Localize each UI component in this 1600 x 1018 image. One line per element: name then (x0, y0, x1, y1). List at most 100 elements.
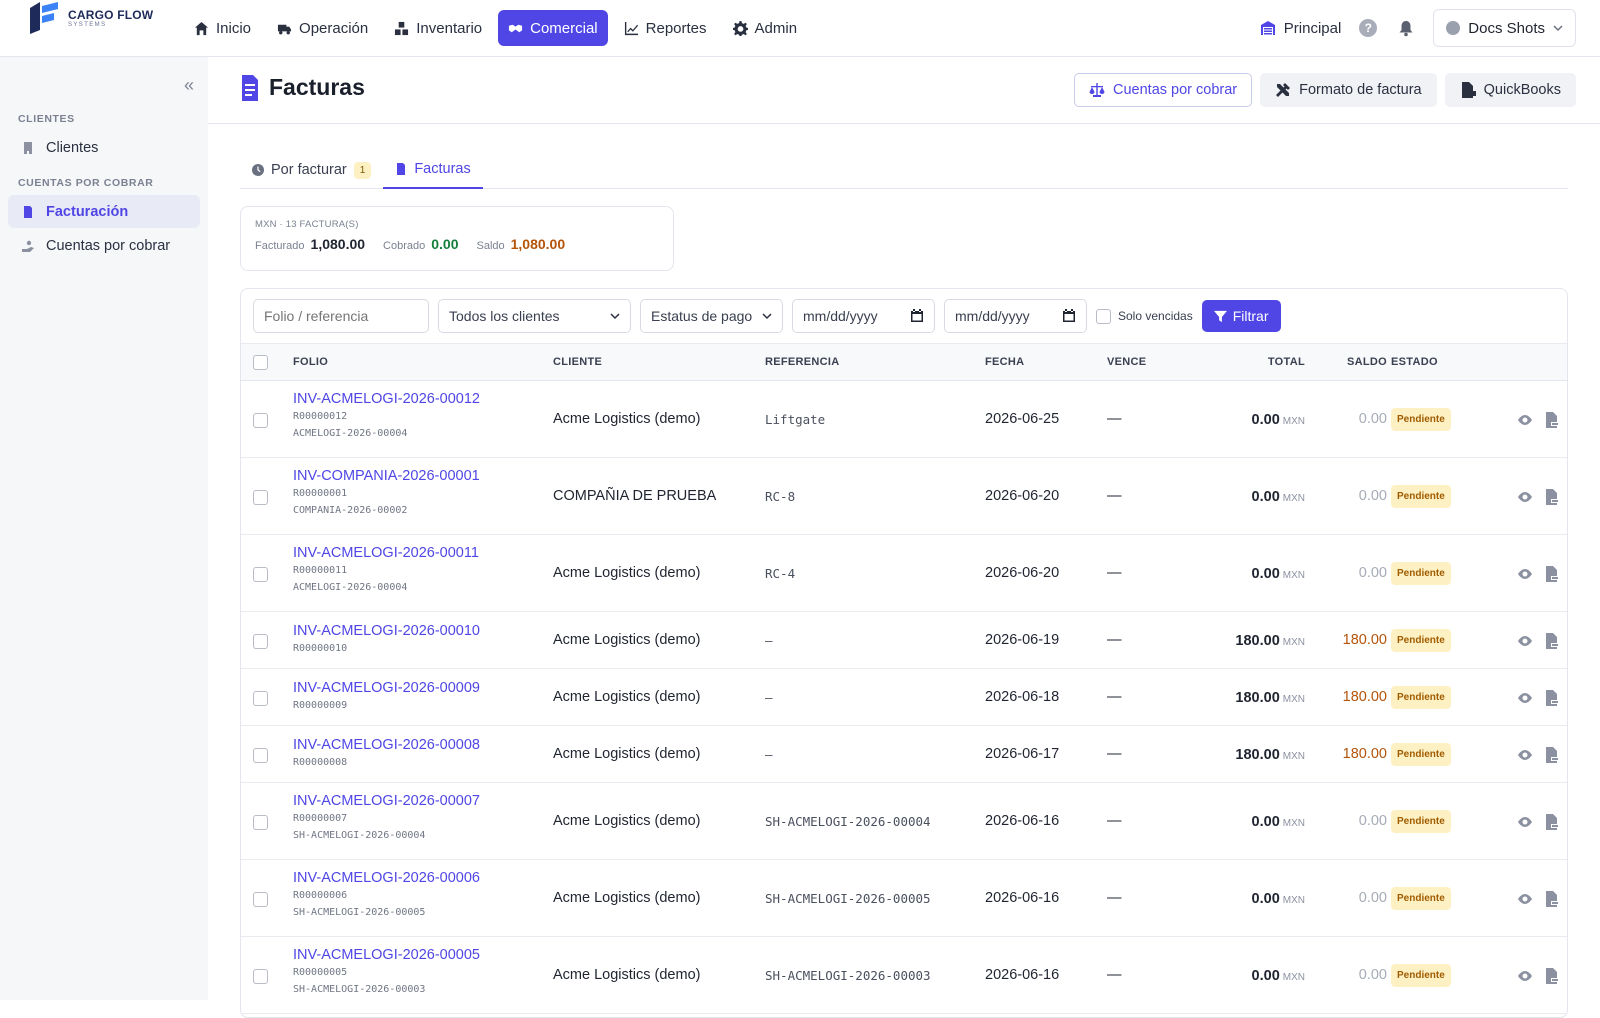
row-checkbox[interactable] (253, 892, 268, 907)
balance-cell: 180.00 (1342, 689, 1387, 705)
eye-icon[interactable] (1517, 489, 1533, 505)
file-pdf-icon[interactable] (1543, 747, 1559, 763)
search-input[interactable] (253, 299, 429, 333)
table-row[interactable]: INV-ACMELOGI-2026-00011 R00000011 ACMELOGI… (241, 535, 1567, 612)
filter-button[interactable]: Filtrar (1201, 300, 1281, 332)
brand-name: CARGO FLOW (68, 7, 154, 22)
nav-comercial[interactable]: Comercial (498, 10, 608, 46)
nav-inventario[interactable]: Inventario (384, 10, 492, 46)
date-to-value: mm/dd/yyyy (955, 308, 1030, 324)
notifications-button[interactable] (1395, 17, 1417, 39)
col-balance[interactable]: SALDO (1347, 356, 1387, 368)
table-row[interactable]: INV-ACMELOGI-2026-00009 R00000009 Acme Log… (241, 669, 1567, 726)
eye-icon[interactable] (1517, 891, 1533, 907)
folio-link[interactable]: INV-COMPANIA-2026-00001 (293, 468, 480, 484)
nav-label: Comercial (530, 19, 598, 37)
date-from-input[interactable]: mm/dd/yyyy (792, 299, 935, 333)
select-all-checkbox[interactable] (253, 355, 268, 370)
row-checkbox[interactable] (253, 969, 268, 984)
collapse-sidebar-icon[interactable]: « (184, 75, 194, 96)
cargo-flow-logo[interactable]: CARGO FLOW SYSTEMS (26, 0, 156, 36)
file-pdf-icon[interactable] (1543, 489, 1559, 505)
folio-link[interactable]: INV-ACMELOGI-2026-00010 (293, 623, 480, 639)
eye-icon[interactable] (1517, 814, 1533, 830)
chevron-down-icon (1553, 25, 1563, 32)
branch-selector[interactable]: Principal (1260, 20, 1341, 37)
due-cell: — (1107, 890, 1122, 906)
table-row[interactable]: INV-ACMELOGI-2026-00012 R00000012 ACMELOGI… (241, 381, 1567, 458)
balance-cell: 180.00 (1342, 632, 1387, 648)
sidebar: « CLIENTES Clientes CUENTAS POR COBRAR F… (0, 57, 208, 1000)
folio-link[interactable]: INV-ACMELOGI-2026-00008 (293, 737, 480, 753)
eye-icon[interactable] (1517, 633, 1533, 649)
folio-link[interactable]: INV-ACMELOGI-2026-00007 (293, 793, 480, 809)
folio-link[interactable]: INV-ACMELOGI-2026-00005 (293, 947, 480, 963)
row-checkbox[interactable] (253, 490, 268, 505)
nav-operacion[interactable]: Operación (267, 10, 378, 46)
nav-admin[interactable]: Admin (723, 10, 808, 46)
col-date[interactable]: FECHA (985, 356, 1024, 368)
status-badge: Pendiente (1391, 629, 1451, 652)
col-due[interactable]: VENCE (1107, 356, 1146, 368)
file-pdf-icon[interactable] (1543, 566, 1559, 582)
invoice-icon (242, 74, 258, 101)
folio-shipment: ACMELOGI-2026-00004 (293, 428, 408, 439)
quickbooks-button[interactable]: QuickBooks (1444, 73, 1576, 107)
sidebar-item-label: Facturación (46, 203, 129, 220)
logo-mark-icon (30, 2, 58, 34)
overdue-checkbox[interactable] (1096, 308, 1111, 324)
help-button[interactable]: ? (1357, 17, 1379, 39)
row-checkbox[interactable] (253, 815, 268, 830)
payment-status-select[interactable]: Estatus de pago (640, 299, 783, 333)
user-menu[interactable]: Docs Shots (1433, 9, 1576, 47)
invoices-panel: Todos los clientes Estatus de pago mm/dd… (240, 288, 1568, 1018)
folio-link[interactable]: INV-ACMELOGI-2026-00012 (293, 391, 480, 407)
eye-icon[interactable] (1517, 412, 1533, 428)
col-status[interactable]: ESTADO (1391, 356, 1438, 368)
folio-link[interactable]: INV-ACMELOGI-2026-00009 (293, 680, 480, 696)
client-select[interactable]: Todos los clientes (438, 299, 631, 333)
table-row[interactable]: INV-ACMELOGI-2026-00006 R00000006 SH-ACMEL… (241, 860, 1567, 937)
reference-cell: RC-8 (765, 489, 796, 504)
nav-reportes[interactable]: Reportes (614, 10, 717, 46)
col-total[interactable]: TOTAL (1268, 356, 1305, 368)
table-row[interactable]: INV-ACMELOGI-2026-00005 R00000005 SH-ACMEL… (241, 937, 1567, 1014)
file-pdf-icon[interactable] (1543, 891, 1559, 907)
tab-facturas[interactable]: Facturas (383, 151, 483, 189)
file-pdf-icon[interactable] (1543, 412, 1559, 428)
file-pdf-icon[interactable] (1543, 968, 1559, 984)
receivables-button[interactable]: Cuentas por cobrar (1074, 73, 1253, 107)
col-reference[interactable]: REFERENCIA (765, 356, 840, 368)
folio-link[interactable]: INV-ACMELOGI-2026-00006 (293, 870, 480, 886)
invoice-format-button[interactable]: Formato de factura (1260, 73, 1437, 107)
sidebar-item-cuentas-por-cobrar[interactable]: Cuentas por cobrar (8, 229, 200, 262)
nav-inicio[interactable]: Inicio (184, 10, 261, 46)
overdue-only-toggle[interactable]: Solo vencidas (1096, 308, 1193, 324)
row-checkbox[interactable] (253, 567, 268, 582)
file-pdf-icon[interactable] (1543, 633, 1559, 649)
table-row[interactable]: INV-ACMELOGI-2026-00007 R00000007 SH-ACMEL… (241, 783, 1567, 860)
sidebar-item-facturacion[interactable]: Facturación (8, 195, 200, 228)
row-checkbox[interactable] (253, 634, 268, 649)
table-row[interactable]: INV-COMPANIA-2026-00001 R00000001 COMPANIA… (241, 458, 1567, 535)
eye-icon[interactable] (1517, 747, 1533, 763)
row-checkbox[interactable] (253, 413, 268, 428)
table-row[interactable]: INV-ACMELOGI-2026-00008 R00000008 Acme Log… (241, 726, 1567, 783)
file-pdf-icon[interactable] (1543, 814, 1559, 830)
col-client[interactable]: CLIENTE (553, 356, 602, 368)
balance-cell: 0.00 (1358, 890, 1387, 906)
file-pdf-icon[interactable] (1543, 690, 1559, 706)
eye-icon[interactable] (1517, 690, 1533, 706)
col-folio[interactable]: FOLIO (293, 356, 328, 368)
page-title-text: Facturas (269, 74, 365, 100)
row-checkbox[interactable] (253, 748, 268, 763)
tab-por-facturar[interactable]: Por facturar 1 (240, 151, 383, 189)
folio-link[interactable]: INV-ACMELOGI-2026-00011 (293, 545, 479, 561)
date-to-input[interactable]: mm/dd/yyyy (944, 299, 1087, 333)
row-checkbox[interactable] (253, 691, 268, 706)
quickbooks-label: QuickBooks (1483, 82, 1561, 98)
eye-icon[interactable] (1517, 968, 1533, 984)
sidebar-item-clientes[interactable]: Clientes (8, 131, 200, 164)
eye-icon[interactable] (1517, 566, 1533, 582)
table-row[interactable]: INV-ACMELOGI-2026-00010 R00000010 Acme Log… (241, 612, 1567, 669)
